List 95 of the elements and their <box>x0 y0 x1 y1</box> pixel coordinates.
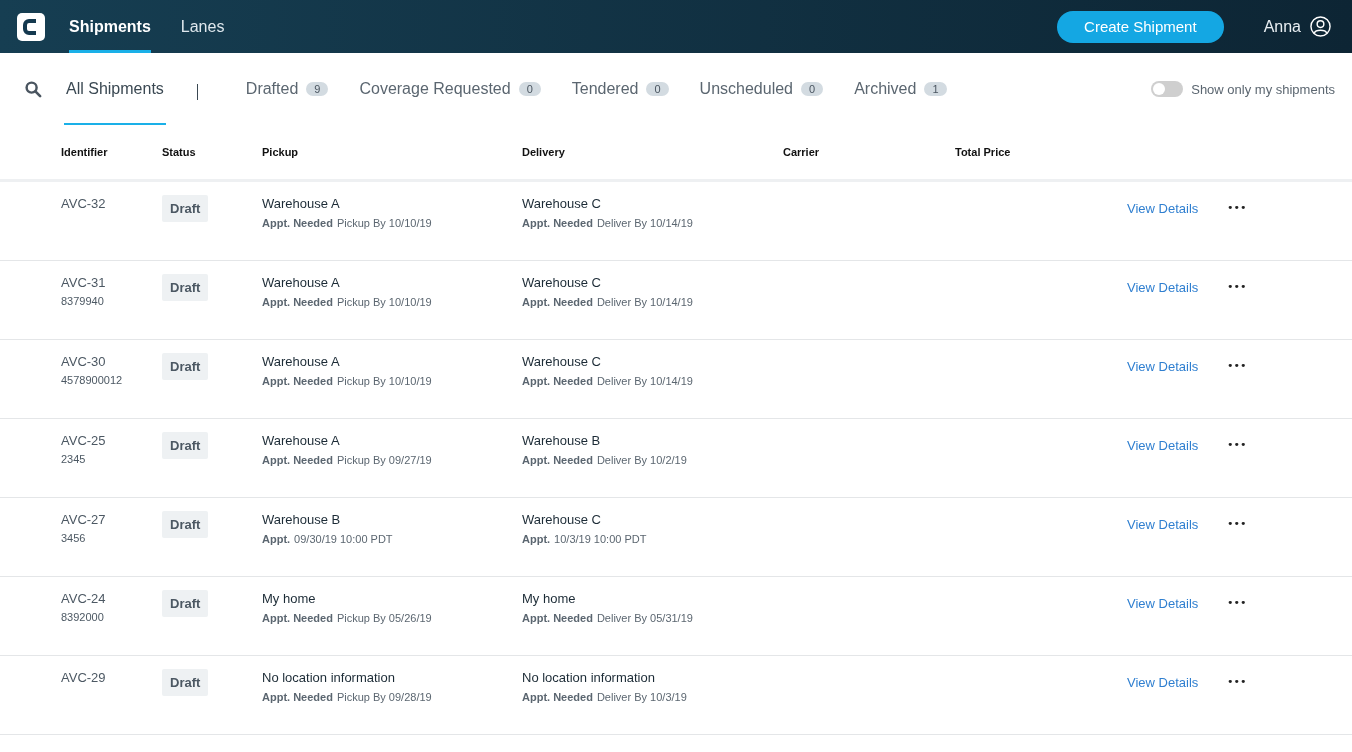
more-options-button[interactable]: ••• <box>1227 517 1247 530</box>
filter-tab[interactable]: Tendered 0 <box>571 53 669 125</box>
location-name: Warehouse A <box>262 354 341 369</box>
appointment-detail: Pickup By 09/28/19 <box>336 691 432 703</box>
column-header: Pickup <box>262 146 300 158</box>
location-name: Warehouse B <box>522 433 602 448</box>
appointment-detail: 09/30/19 10:00 PDT <box>294 533 393 545</box>
logo-icon[interactable] <box>17 12 45 41</box>
location-name: My home <box>522 591 577 606</box>
view-details-link[interactable]: View Details <box>1127 201 1199 216</box>
appointment-detail: Deliver By 10/3/19 <box>596 691 687 703</box>
appointment-detail: Pickup By 09/27/19 <box>336 454 432 466</box>
status-badge: Draft <box>162 511 209 538</box>
nav-tab[interactable]: Lanes <box>180 0 225 53</box>
view-details-link[interactable]: View Details <box>1127 596 1199 611</box>
user-name[interactable]: Anna <box>1263 17 1301 36</box>
appointment-label: Appt. Needed <box>522 612 593 624</box>
shipment-id: AVC-29 <box>61 670 107 685</box>
shipment-id: AVC-25 <box>61 433 107 448</box>
location-name: My home <box>262 591 317 606</box>
more-options-button[interactable]: ••• <box>1227 201 1247 214</box>
more-options-button[interactable]: ••• <box>1227 596 1247 609</box>
location-name: Warehouse A <box>262 196 341 211</box>
appointment-detail: Pickup By 10/10/19 <box>336 375 432 387</box>
column-header: Delivery <box>522 146 566 158</box>
appointment-detail: Deliver By 10/2/19 <box>596 454 687 466</box>
toggle-label: Show only my shipments <box>1191 81 1335 97</box>
appointment-detail: Pickup By 10/10/19 <box>336 296 432 308</box>
reference-number: 8379940 <box>61 295 105 307</box>
reference-number: 4578900012 <box>61 374 124 386</box>
column-header: Carrier <box>783 146 821 158</box>
location-name: Warehouse B <box>262 512 342 527</box>
column-header: Status <box>162 146 197 158</box>
more-options-button[interactable]: ••• <box>1227 359 1247 372</box>
reference-number: 8392000 <box>61 611 105 623</box>
view-details-link[interactable]: View Details <box>1127 517 1199 532</box>
shipment-id: AVC-27 <box>61 512 107 527</box>
more-options-button[interactable]: ••• <box>1227 280 1247 293</box>
appointment-label: Appt. <box>262 533 291 545</box>
view-details-link[interactable]: View Details <box>1127 359 1199 374</box>
location-name: Warehouse C <box>522 354 602 369</box>
filter-tab[interactable]: Archived 1 <box>854 53 947 125</box>
appointment-detail: Deliver By 10/14/19 <box>596 217 693 229</box>
appointment-detail: Pickup By 05/26/19 <box>336 612 432 624</box>
toggle-switch[interactable] <box>1151 81 1184 97</box>
appointment-label: Appt. Needed <box>262 217 333 229</box>
search-icon[interactable] <box>25 80 42 98</box>
filter-tab[interactable]: Unscheduled 0 <box>699 53 824 125</box>
appointment-label: Appt. Needed <box>262 375 333 387</box>
appointment-label: Appt. Needed <box>522 454 593 466</box>
user-avatar-icon[interactable] <box>1310 16 1331 37</box>
reference-number: 3456 <box>61 532 87 544</box>
shipment-id: AVC-32 <box>61 196 107 211</box>
appointment-detail: Deliver By 10/14/19 <box>596 375 693 387</box>
appointment-detail: Deliver By 05/31/19 <box>596 612 693 624</box>
location-name: Warehouse C <box>522 196 602 211</box>
nav-tab[interactable]: Shipments <box>69 0 151 53</box>
view-details-link[interactable]: View Details <box>1127 438 1199 453</box>
appointment-label: Appt. <box>522 533 551 545</box>
status-badge: Draft <box>162 353 209 380</box>
status-badge: Draft <box>162 274 209 301</box>
filter-tab[interactable]: Coverage Requested 0 <box>359 53 541 125</box>
appointment-label: Appt. Needed <box>262 612 333 624</box>
location-name: Warehouse A <box>262 433 341 448</box>
status-badge: Draft <box>162 195 209 222</box>
status-badge: Draft <box>162 590 209 617</box>
appointment-label: Appt. Needed <box>262 296 333 308</box>
location-name: Warehouse A <box>262 275 341 290</box>
filter-tab[interactable]: Drafted 9 <box>245 53 329 125</box>
appointment-label: Appt. Needed <box>522 691 593 703</box>
appointment-detail: Deliver By 10/14/19 <box>596 296 693 308</box>
appointment-detail: 10/3/19 10:00 PDT <box>554 533 647 545</box>
view-details-link[interactable]: View Details <box>1127 675 1199 690</box>
filter-tab[interactable]: All Shipments <box>64 53 166 125</box>
shipment-id: AVC-24 <box>61 591 107 606</box>
location-name: Warehouse C <box>522 275 602 290</box>
shipment-id: AVC-30 <box>61 354 107 369</box>
column-header: Total Price <box>955 146 1012 158</box>
location-name: No location information <box>522 670 656 685</box>
appointment-label: Appt. Needed <box>262 691 333 703</box>
location-name: Warehouse C <box>522 512 602 527</box>
more-options-button[interactable]: ••• <box>1227 438 1247 451</box>
status-badge: Draft <box>162 669 209 696</box>
status-badge: Draft <box>162 432 209 459</box>
appointment-label: Appt. Needed <box>522 217 593 229</box>
appointment-label: Appt. Needed <box>522 296 593 308</box>
appointment-detail: Pickup By 10/10/19 <box>336 217 432 229</box>
appointment-label: Appt. Needed <box>262 454 333 466</box>
more-options-button[interactable]: ••• <box>1227 675 1247 688</box>
appointment-label: Appt. Needed <box>522 375 593 387</box>
shipment-id: AVC-31 <box>61 275 107 290</box>
view-details-link[interactable]: View Details <box>1127 280 1199 295</box>
column-header: Identifier <box>61 146 109 158</box>
location-name: No location information <box>262 670 396 685</box>
reference-number: 2345 <box>61 453 87 465</box>
